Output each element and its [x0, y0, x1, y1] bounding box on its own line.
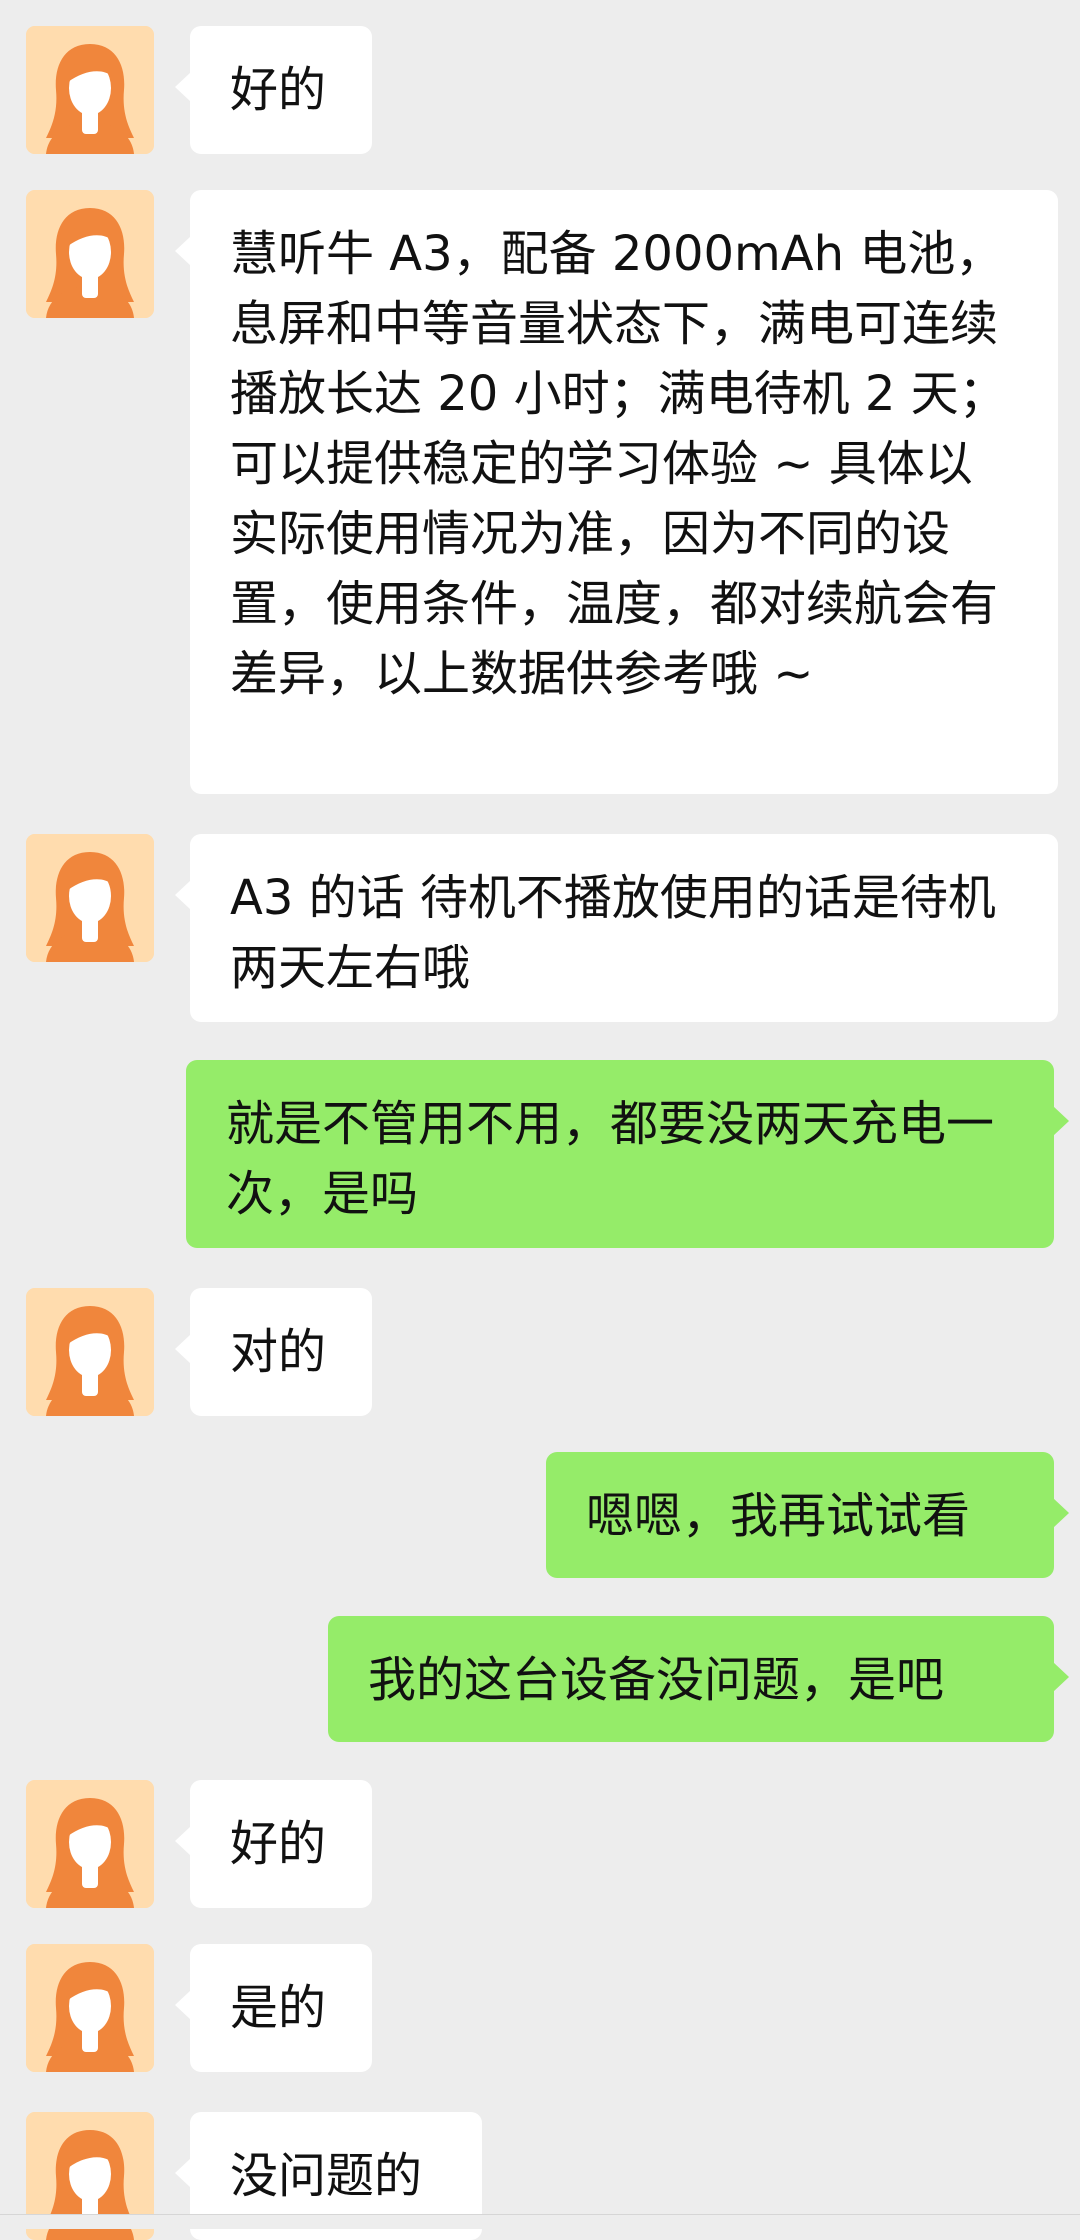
message-bubble[interactable]: 我的这台设备没问题，是吧 — [328, 1616, 1069, 1742]
bottom-divider — [0, 2214, 1080, 2229]
message-incoming: A3 的话 待机不播放使用的话是待机两天左右哦 — [0, 834, 1080, 1022]
contact-avatar[interactable] — [26, 1944, 154, 2072]
message-bubble[interactable]: 就是不管用不用，都要没两天充电一次，是吗 — [186, 1060, 1069, 1248]
woman-avatar-icon — [26, 26, 154, 154]
message-bubble[interactable]: 嗯嗯，我再试试看 — [546, 1452, 1069, 1578]
contact-avatar[interactable] — [26, 190, 154, 318]
message-outgoing: 嗯嗯，我再试试看 — [0, 1452, 1080, 1578]
woman-avatar-icon — [26, 190, 154, 318]
message-bubble[interactable]: 慧听牛 A3，配备 2000mAh 电池，息屏和中等音量状态下，满电可连续播放长… — [175, 190, 1058, 794]
message-outgoing: 我的这台设备没问题，是吧 — [0, 1616, 1080, 1742]
message-outgoing: 就是不管用不用，都要没两天充电一次，是吗 — [0, 1060, 1080, 1248]
message-bubble[interactable]: 好的 — [175, 26, 372, 154]
message-bubble[interactable]: 对的 — [175, 1288, 372, 1416]
contact-avatar[interactable] — [26, 1288, 154, 1416]
woman-avatar-icon — [26, 834, 154, 962]
contact-avatar[interactable] — [26, 26, 154, 154]
woman-avatar-icon — [26, 1944, 154, 2072]
message-bubble[interactable]: 是的 — [175, 1944, 372, 2072]
message-incoming: 好的 — [0, 26, 1080, 154]
message-incoming: 好的 — [0, 1780, 1080, 1908]
contact-avatar[interactable] — [26, 834, 154, 962]
message-incoming: 对的 — [0, 1288, 1080, 1416]
contact-avatar[interactable] — [26, 1780, 154, 1908]
chat-message-list[interactable]: 好的 慧听牛 A3，配备 2000mAh 电池，息屏和中等音量状态下，满电可连续… — [0, 0, 1080, 2240]
message-incoming: 是的 — [0, 1944, 1080, 2072]
message-incoming: 慧听牛 A3，配备 2000mAh 电池，息屏和中等音量状态下，满电可连续播放长… — [0, 190, 1080, 794]
woman-avatar-icon — [26, 1288, 154, 1416]
message-bubble[interactable]: 好的 — [175, 1780, 372, 1908]
message-bubble[interactable]: A3 的话 待机不播放使用的话是待机两天左右哦 — [175, 834, 1058, 1022]
woman-avatar-icon — [26, 1780, 154, 1908]
